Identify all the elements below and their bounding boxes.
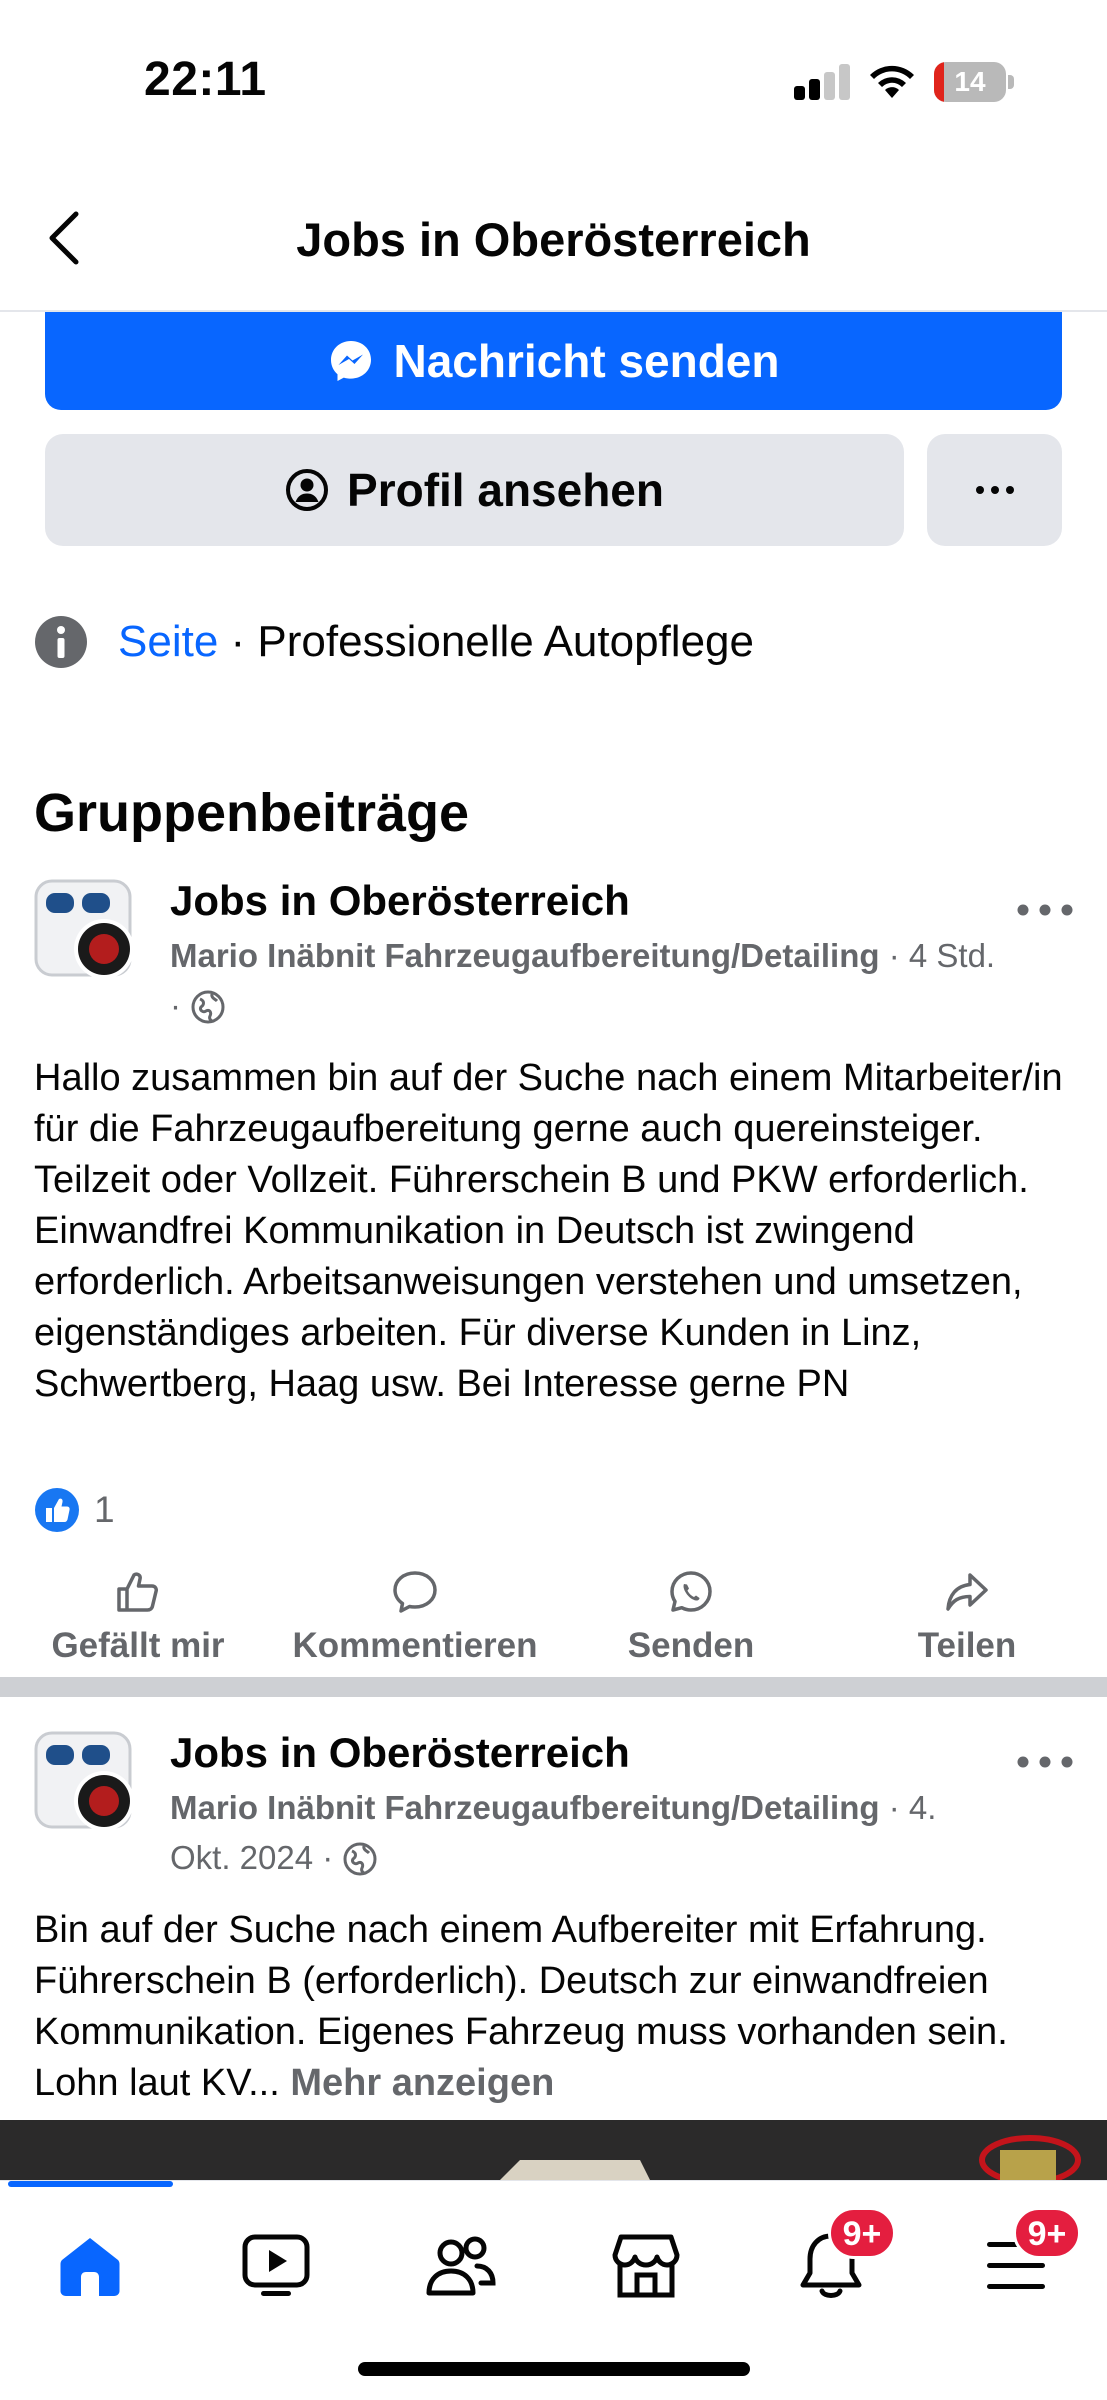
post-actions-bar: Gefällt mir Kommentieren Senden Teilen [0, 1570, 1107, 1666]
menu-badge: 9+ [1013, 2207, 1081, 2259]
friends-icon [426, 2236, 496, 2296]
home-indicator [358, 2362, 750, 2376]
tab-home[interactable] [45, 2221, 135, 2311]
post-group-name[interactable]: Jobs in Oberösterreich [170, 877, 630, 925]
messenger-icon [330, 341, 371, 381]
battery-percentage: 14 [954, 66, 986, 97]
thumbs-up-icon [117, 1572, 158, 1612]
whatsapp-icon [670, 1571, 712, 1612]
like-button-label: Gefällt mir [51, 1626, 225, 1665]
view-profile-button[interactable]: Profil ansehen [45, 434, 904, 546]
post-photo[interactable] [0, 2120, 1107, 2180]
wifi-icon [870, 65, 914, 98]
comment-icon [393, 1571, 437, 1613]
tab-friends[interactable] [416, 2221, 506, 2311]
share-icon [946, 1573, 988, 1611]
battery-icon: 14 [934, 62, 1014, 102]
tab-menu[interactable]: 9+ [971, 2207, 1081, 2311]
send-message-label: Nachricht senden [393, 335, 780, 387]
send-message-button[interactable]: Nachricht senden [45, 312, 1062, 410]
reactions-summary[interactable]: 1 [34, 1487, 115, 1533]
more-horizontal-icon [975, 486, 1014, 494]
like-reaction-icon [35, 1488, 79, 1532]
post-text: Bin auf der Suche nach einem Aufbereiter… [34, 1905, 1079, 2109]
share-button-label: Teilen [917, 1626, 1017, 1665]
post-options-icon[interactable] [1016, 1747, 1074, 1777]
globe-icon [191, 990, 225, 1024]
post-meta: Mario Inäbnit Fahrzeugaufbereitung/Detai… [170, 1789, 937, 1876]
page-title: Jobs in Oberösterreich [296, 213, 811, 266]
comment-button-label: Kommentieren [292, 1626, 538, 1665]
view-profile-label: Profil ansehen [347, 464, 664, 516]
comment-button[interactable]: Kommentieren [285, 1570, 545, 1666]
page-info-row: Seite · Professionelle Autopflege [34, 610, 754, 674]
tab-marketplace[interactable] [601, 2221, 691, 2311]
info-icon [35, 616, 87, 668]
page-category: Professionelle Autopflege [257, 617, 754, 666]
status-bar: 22:11 14 [0, 0, 1107, 150]
person-circle-icon [286, 469, 329, 511]
post-text: Hallo zusammen bin auf der Suche nach ei… [34, 1057, 1063, 1405]
signal-icon [794, 64, 850, 100]
post-group-name[interactable]: Jobs in Oberösterreich [170, 1729, 630, 1777]
post-photo-preview [0, 2120, 1107, 2180]
post-author[interactable]: Mario Inäbnit Fahrzeugaufbereitung/Detai… [170, 1789, 880, 1826]
send-button[interactable]: Senden [561, 1570, 821, 1666]
tab-video[interactable] [231, 2221, 321, 2311]
send-button-label: Senden [627, 1626, 755, 1665]
home-icon [60, 2238, 120, 2296]
status-time: 22:11 [144, 53, 267, 106]
page-type-link[interactable]: Seite [118, 617, 218, 666]
top-navigation-bar: Jobs in Oberösterreich [0, 150, 1107, 312]
post-time: 4 Std. [908, 937, 996, 974]
marketplace-icon [612, 2234, 680, 2298]
active-tab-indicator [8, 2181, 173, 2187]
notifications-badge: 9+ [828, 2207, 896, 2259]
post-separator [0, 1677, 1107, 1697]
group-avatar[interactable] [34, 879, 136, 981]
globe-icon [343, 1842, 377, 1876]
like-button[interactable]: Gefällt mir [8, 1570, 268, 1666]
likes-count: 1 [94, 1489, 115, 1530]
post-options-icon[interactable] [1016, 895, 1074, 925]
page-category-text: Seite · Professionelle Autopflege [118, 617, 754, 666]
share-button[interactable]: Teilen [837, 1570, 1097, 1666]
more-options-button[interactable] [927, 434, 1062, 546]
group-avatar[interactable] [34, 1731, 136, 1833]
post-author[interactable]: Mario Inäbnit Fahrzeugaufbereitung/Detai… [170, 937, 880, 974]
post-meta: Mario Inäbnit Fahrzeugaufbereitung/Detai… [170, 937, 996, 1024]
video-icon [242, 2234, 310, 2296]
section-title: Gruppenbeiträge [34, 783, 470, 843]
see-more-link[interactable]: Mehr anzeigen [290, 2062, 554, 2104]
tab-notifications[interactable]: 9+ [786, 2207, 896, 2311]
